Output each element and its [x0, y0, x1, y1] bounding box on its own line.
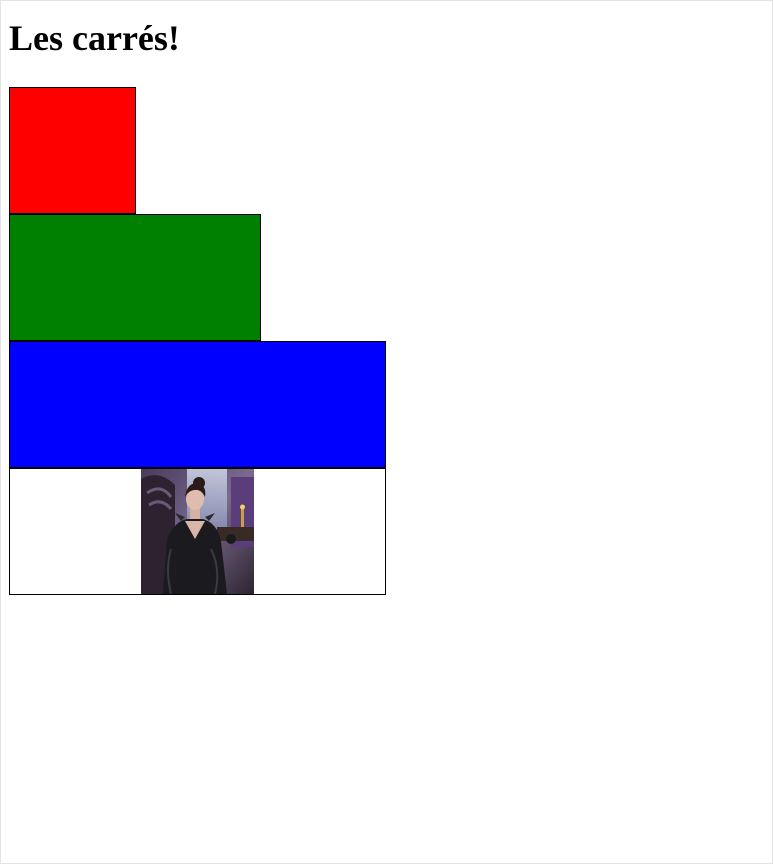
green-rectangle [9, 214, 261, 341]
portrait-image [141, 469, 254, 594]
page-title: Les carrés! [9, 18, 180, 58]
image-box [9, 468, 386, 595]
red-square [9, 87, 136, 214]
blue-rectangle [9, 341, 386, 468]
